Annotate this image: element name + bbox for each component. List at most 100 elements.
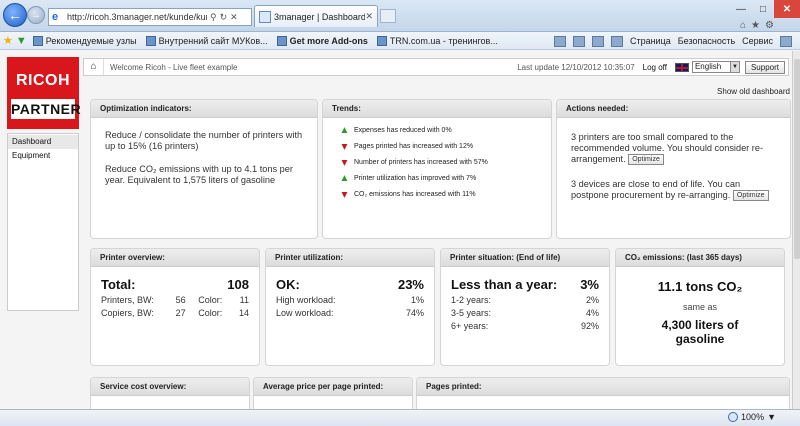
trend-row: ▲ Number of printers has increased with 5…: [339, 154, 551, 170]
scrollbar-thumb[interactable]: [794, 59, 800, 259]
minimize-button[interactable]: —: [730, 0, 752, 18]
address-bar[interactable]: e http://ricoh.3manager.net/kunde/kunde_…: [48, 8, 252, 26]
home-icon[interactable]: ⌂: [84, 59, 104, 75]
trend-row: ▲ Pages printed has increased with 12%: [339, 138, 551, 154]
co2-liters: 4,300 liters of gasoline: [661, 318, 739, 346]
action-text-2-body: 3 devices are close to end of life. You …: [571, 179, 741, 201]
support-button[interactable]: Support: [744, 60, 785, 74]
ok-label: OK:: [276, 277, 300, 292]
thumbs-up-icon: ▲: [339, 124, 350, 136]
logoff-link[interactable]: Log off: [643, 63, 667, 72]
ricoh-partner-logo[interactable]: RICOH PARTNER: [7, 57, 81, 129]
trend-row: ▲ Expenses has reduced with 0%: [339, 122, 551, 138]
favorite-label: Рекомендуемые узлы: [45, 35, 137, 46]
3-5-years-value: 4%: [585, 308, 599, 318]
copiers-row: Copiers, BW: 27 Color: 14: [101, 307, 249, 320]
printer-overview-title: Printer overview:: [91, 249, 259, 267]
optimization-text-2: Reduce CO₂ emissions with up to 4.1 tons…: [105, 164, 293, 185]
refresh-icon[interactable]: ↻: [220, 12, 228, 23]
favorite-label: TRN.com.ua - тренингов...: [389, 35, 498, 46]
search-icon[interactable]: ⚲: [210, 12, 217, 23]
trend-text: CO₂ emissions has increased with 11%: [354, 190, 476, 198]
show-old-dashboard-link[interactable]: Show old dashboard: [717, 87, 790, 96]
total-label: Total:: [101, 277, 136, 292]
home-icon[interactable]: [553, 35, 566, 47]
vertical-scrollbar[interactable]: [792, 51, 800, 409]
close-tab-icon[interactable]: ✕: [365, 11, 373, 22]
pages-printed-title: Pages printed:: [417, 378, 789, 396]
last-update: Last update 12/10/2012 10:35:07: [517, 62, 635, 72]
high-workload-value: 1%: [410, 295, 424, 305]
average-price-panel: Average price per page printed:: [253, 377, 413, 409]
back-button[interactable]: ←: [3, 3, 27, 27]
page-icon: [145, 35, 156, 46]
less-than-year-label: Less than a year:: [451, 277, 558, 292]
action-text-1: 3 printers are too small compared to the…: [571, 132, 778, 166]
address-url[interactable]: http://ricoh.3manager.net/kunde/kunde_vi…: [67, 12, 207, 22]
3-5-years-label: 3-5 years:: [451, 308, 492, 318]
co2-same-as: same as: [682, 302, 717, 312]
favorite-item[interactable]: Get more Add-ons: [276, 35, 368, 46]
thumbs-down-icon: ▲: [339, 188, 350, 200]
copiers-color-value: 14: [238, 308, 249, 318]
optimization-title: Optimization indicators:: [91, 100, 317, 118]
maximize-button[interactable]: □: [752, 0, 774, 18]
printer-situation-panel: Printer situation: (End of life) Less th…: [440, 248, 610, 366]
logo-ricoh-text: RICOH: [15, 72, 71, 89]
low-workload-row: Low workload: 74%: [276, 307, 424, 320]
favorite-item[interactable]: Рекомендуемые узлы: [32, 35, 137, 46]
feeds-icon[interactable]: [572, 35, 585, 47]
favorite-item[interactable]: Внутренний сайт МУКов...: [145, 35, 268, 46]
1-2-years-row: 1-2 years: 2%: [451, 294, 599, 307]
browser-tab[interactable]: 3manager | Dashboard ✕: [254, 5, 378, 27]
zoom-icon: [728, 412, 739, 422]
trends-title: Trends:: [323, 100, 551, 118]
add-favorite-icon[interactable]: ▼: [16, 35, 27, 47]
action-text-1-body: 3 printers are too small compared to the…: [571, 132, 764, 164]
trend-text: Expenses has reduced with 0%: [354, 126, 452, 134]
mail-icon[interactable]: [591, 35, 604, 47]
optimize-button[interactable]: Optimize: [732, 190, 769, 202]
optimize-button[interactable]: Optimize: [628, 154, 664, 166]
new-tab-button[interactable]: [380, 9, 396, 23]
pages-printed-panel: Pages printed:: [416, 377, 790, 409]
low-workload-value: 74%: [405, 308, 424, 318]
optimization-text-1: Reduce / consolidate the number of print…: [105, 130, 303, 151]
sidebar-item-dashboard[interactable]: Dashboard: [8, 135, 78, 149]
forward-button[interactable]: →: [27, 6, 45, 24]
chevron-down-icon[interactable]: ▼: [729, 62, 739, 72]
copiers-bw-value: 27: [175, 308, 186, 318]
trends-panel: Trends: ▲ Expenses has reduced with 0% ▲ Pa…: [322, 99, 552, 239]
stop-icon[interactable]: ✕: [230, 12, 238, 23]
ok-row: OK: 23%: [276, 277, 424, 292]
printer-overview-panel: Printer overview: Total: 108 Printers, B…: [90, 248, 260, 366]
sidebar: Dashboard Equipment: [7, 133, 79, 311]
sidebar-item-equipment[interactable]: Equipment: [8, 149, 78, 163]
total-value: 108: [227, 277, 249, 292]
favorite-label: Внутренний сайт МУКов...: [158, 35, 268, 46]
close-window-button[interactable]: ✕: [774, 0, 800, 18]
favorite-item[interactable]: TRN.com.ua - тренингов...: [376, 35, 498, 46]
favorites-star-icon[interactable]: ★: [3, 34, 13, 47]
thumbs-down-icon: ▲: [339, 140, 350, 152]
chevron-down-icon[interactable]: ▼: [767, 412, 776, 422]
page-content: RICOH PARTNER Dashboard Equipment ⌂ Welc…: [0, 51, 800, 409]
6-plus-years-value: 92%: [580, 321, 599, 331]
printers-bw-label: Printers, BW:: [101, 295, 154, 305]
language-value: English: [694, 62, 722, 71]
page-icon: [376, 35, 387, 46]
service-cost-panel: Service cost overview:: [90, 377, 250, 409]
language-select[interactable]: English ▼: [691, 61, 740, 73]
zoom-control[interactable]: 100% ▼: [728, 412, 776, 422]
home-favorites-tools-icons[interactable]: ⌂★⚙: [740, 20, 779, 31]
co2-tons: 11.1 tons CO₂: [657, 279, 743, 294]
average-price-title: Average price per page printed:: [254, 378, 412, 396]
menu-safety[interactable]: Безопасность: [678, 36, 735, 46]
menu-page[interactable]: Страница: [630, 36, 671, 46]
printer-utilization-title: Printer utilization:: [266, 249, 434, 267]
service-cost-title: Service cost overview:: [91, 378, 249, 396]
menu-tools[interactable]: Сервис: [742, 36, 773, 46]
help-icon[interactable]: [780, 35, 792, 47]
print-icon[interactable]: [610, 35, 623, 47]
high-workload-row: High workload: 1%: [276, 294, 424, 307]
